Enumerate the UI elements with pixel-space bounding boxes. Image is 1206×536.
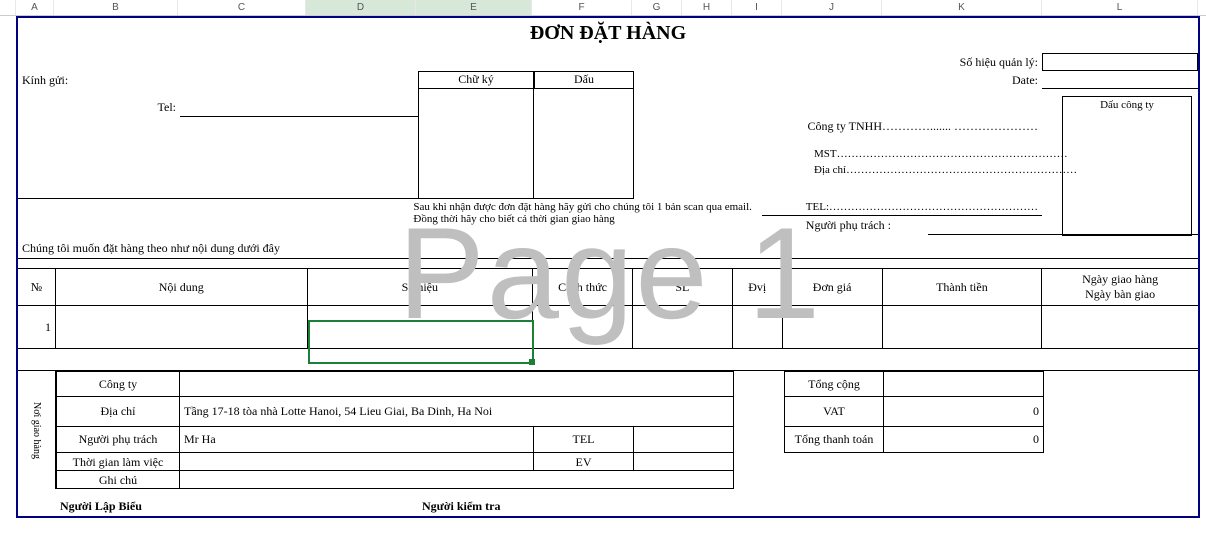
so-hieu-quan-ly-value[interactable] [1042, 53, 1198, 71]
tong-cong-label: Tổng cộng [784, 371, 884, 397]
col-header-f[interactable]: F [532, 0, 632, 15]
th-don-gia: Đơn giá [783, 269, 883, 305]
th-ngay: Ngày giao hàng Ngày bàn giao [1042, 269, 1198, 305]
tel-left-value[interactable] [180, 98, 418, 117]
td-noi-dung[interactable] [56, 306, 308, 348]
footer-ghi-chu-value[interactable] [180, 471, 734, 489]
footer-ev-label: EV [534, 453, 634, 471]
td-thanh-tien[interactable] [883, 306, 1043, 348]
vat-value[interactable]: 0 [884, 397, 1044, 427]
footer-cong-ty-value[interactable] [180, 371, 734, 397]
footer-thoi-gian-value[interactable] [180, 453, 534, 471]
table-row[interactable]: 1 [18, 305, 1198, 349]
th-so-hieu: Số hiệu [308, 269, 534, 305]
chu-ky-box[interactable] [418, 89, 534, 199]
th-thanh-tien: Thành tiền [883, 269, 1043, 305]
intro-text: Chúng tôi muốn đặt hàng theo như nội dun… [18, 235, 1198, 259]
footer-ghi-chu-label: Ghi chú [56, 471, 180, 489]
col-header-c[interactable]: C [178, 0, 306, 15]
th-dvi: Đvị [733, 269, 783, 305]
document-title: ĐƠN ĐẶT HÀNG [18, 18, 1198, 53]
tong-thanh-toan-label: Tổng thanh toán [784, 427, 884, 453]
vat-label: VAT [784, 397, 884, 427]
col-header-g[interactable]: G [632, 0, 682, 15]
td-sl[interactable] [633, 306, 733, 348]
th-ngay-1: Ngày giao hàng [1082, 272, 1158, 287]
td-dvi[interactable] [733, 306, 783, 348]
col-header-k[interactable]: K [882, 0, 1042, 15]
nguoi-lap-bieu-label: Người Lập Biểu [56, 497, 180, 516]
tong-thanh-toan-value[interactable]: 0 [884, 427, 1044, 453]
td-so-hieu[interactable] [308, 306, 534, 348]
col-header-j[interactable]: J [782, 0, 882, 15]
col-header-i[interactable]: I [732, 0, 782, 15]
nguoi-phu-trach-right-label: Người phụ trách : [802, 216, 928, 235]
th-ngay-2: Ngày bàn giao [1085, 287, 1155, 302]
td-ngay[interactable] [1042, 306, 1198, 348]
dau-cong-ty-label: Dấu công ty [1100, 99, 1154, 111]
footer-cong-ty-label: Công ty [56, 371, 180, 397]
scan-note: Sau khi nhận được đơn đặt hàng hãy gửi c… [409, 199, 761, 235]
col-header-d[interactable]: D [306, 0, 416, 15]
col-header-b[interactable]: B [54, 0, 178, 15]
tel-left-label: Tel: [18, 98, 180, 117]
date-label: Date: [842, 71, 1042, 89]
th-sl: SL [633, 269, 733, 305]
dau-header: Dấu [534, 71, 634, 89]
worksheet[interactable]: Page 1 ĐƠN ĐẶT HÀNG Số hiệu quản lý: Kín… [16, 16, 1200, 518]
col-header-l[interactable]: L [1042, 0, 1198, 15]
dau-box[interactable] [534, 89, 634, 199]
th-noi-dung: Nội dung [56, 269, 308, 305]
td-cach-thuc[interactable] [533, 306, 633, 348]
footer-nguoi-phu-trach-value[interactable]: Mr Ha [180, 427, 534, 453]
td-no[interactable]: 1 [18, 306, 56, 348]
td-don-gia[interactable] [783, 306, 883, 348]
footer-tel-label: TEL [534, 427, 634, 453]
noi-giao-hang-vertical: Nơi giao hàng [18, 371, 56, 489]
chu-ky-header: Chữ ký [418, 71, 534, 89]
tel-right: TEL:………………………………………………… [802, 199, 1042, 216]
footer-ev-value[interactable] [634, 453, 734, 471]
kinh-gui-label: Kính gửi: [18, 71, 418, 199]
footer-thoi-gian-label: Thời gian làm việc [56, 453, 180, 471]
date-value[interactable] [1042, 71, 1198, 89]
th-no: № [18, 269, 56, 305]
nguoi-kiem-tra-label: Người kiểm tra [418, 497, 634, 516]
footer-dia-chi-value[interactable]: Tầng 17-18 tòa nhà Lotte Hanoi, 54 Lieu … [180, 397, 734, 427]
footer-dia-chi-label: Địa chỉ [56, 397, 180, 427]
tong-cong-value[interactable] [884, 371, 1044, 397]
footer-tel-value[interactable] [634, 427, 734, 453]
so-hieu-quan-ly-label: Số hiệu quản lý: [782, 53, 1042, 71]
th-cach-thuc: Cách thức [533, 269, 633, 305]
dau-cong-ty-box[interactable]: Dấu công ty [1062, 96, 1192, 236]
col-header-e[interactable]: E [416, 0, 532, 15]
col-header-a[interactable]: A [16, 0, 54, 15]
col-header-h[interactable]: H [682, 0, 732, 15]
footer-nguoi-phu-trach-label: Người phụ trách [56, 427, 180, 453]
column-header-row: A B C D E F G H I J K L [0, 0, 1206, 16]
